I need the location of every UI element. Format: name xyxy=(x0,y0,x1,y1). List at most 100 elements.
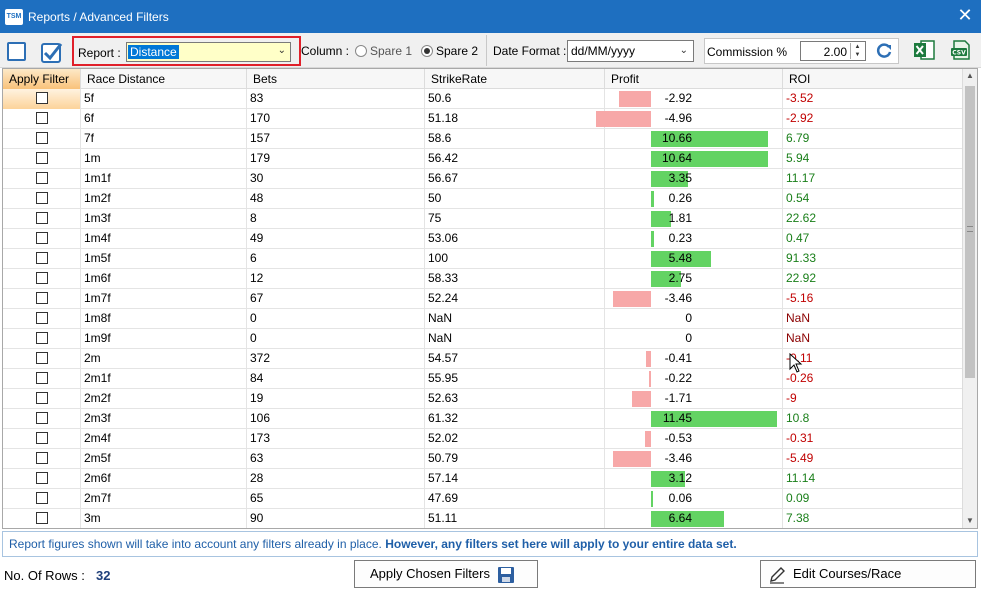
commission-spinner[interactable]: 2.00 ▲ ▼ xyxy=(800,41,866,61)
header-race-distance[interactable]: Race Distance xyxy=(81,69,247,89)
notice-bold-text: However, any filters set here will apply… xyxy=(385,537,737,551)
csv-icon[interactable]: CSV xyxy=(950,39,972,61)
uncheck-all-icon[interactable] xyxy=(7,42,26,61)
apply-filter-checkbox[interactable] xyxy=(36,132,48,144)
table-row[interactable]: 1m5f 6 100 5.48 91.33 xyxy=(3,249,963,269)
profit-value: 10.66 xyxy=(661,131,692,145)
table-row[interactable]: 1m3f 8 75 1.81 22.62 xyxy=(3,209,963,229)
commission-value: 2.00 xyxy=(823,45,847,59)
table-row[interactable]: 1m8f 0 NaN 0 NaN xyxy=(3,309,963,329)
table-row[interactable]: 1m 179 56.42 10.64 5.94 xyxy=(3,149,963,169)
bets-cell: 179 xyxy=(247,149,425,169)
report-select-value: Distance xyxy=(128,45,179,59)
table-row[interactable]: 1m7f 67 52.24 -3.46 -5.16 xyxy=(3,289,963,309)
apply-filter-checkbox[interactable] xyxy=(36,192,48,204)
profit-cell: 0 xyxy=(605,329,783,349)
apply-filter-checkbox[interactable] xyxy=(36,252,48,264)
spare1-label[interactable]: Spare 1 xyxy=(370,44,412,58)
date-format-select[interactable]: dd/MM/yyyy ⌄ xyxy=(567,40,694,62)
profit-value: 0 xyxy=(685,331,692,345)
spare2-radio[interactable] xyxy=(421,45,433,57)
apply-filter-checkbox[interactable] xyxy=(36,112,48,124)
spinner-arrows-icon[interactable]: ▲ ▼ xyxy=(850,43,864,59)
report-select[interactable]: Distance ⌄ xyxy=(126,42,291,62)
table-row[interactable]: 2m1f 84 55.95 -0.22 -0.26 xyxy=(3,369,963,389)
profit-cell: 2.75 xyxy=(605,269,783,289)
apply-filter-checkbox[interactable] xyxy=(36,452,48,464)
table-row[interactable]: 2m5f 63 50.79 -3.46 -5.49 xyxy=(3,449,963,469)
table-row[interactable]: 6f 170 51.18 -4.96 -2.92 xyxy=(3,109,963,129)
apply-filter-checkbox[interactable] xyxy=(36,372,48,384)
apply-filter-checkbox[interactable] xyxy=(36,212,48,224)
spare1-radio[interactable] xyxy=(355,45,367,57)
profit-cell: -3.46 xyxy=(605,449,783,469)
apply-filter-checkbox[interactable] xyxy=(36,512,48,524)
bets-cell: 49 xyxy=(247,229,425,249)
scroll-thumb[interactable] xyxy=(965,86,975,378)
strikerate-cell: 55.95 xyxy=(425,369,605,389)
close-icon[interactable]: ✕ xyxy=(957,6,973,24)
excel-icon[interactable] xyxy=(913,39,935,61)
apply-filter-checkbox[interactable] xyxy=(36,172,48,184)
race-distance-cell: 2m2f xyxy=(81,389,247,409)
table-row[interactable]: 2m2f 19 52.63 -1.71 -9 xyxy=(3,389,963,409)
apply-filter-checkbox[interactable] xyxy=(36,272,48,284)
table-row[interactable]: 1m9f 0 NaN 0 NaN xyxy=(3,329,963,349)
strikerate-cell: 50.6 xyxy=(425,89,605,109)
scroll-down-icon[interactable]: ▼ xyxy=(963,514,977,528)
header-strikerate[interactable]: StrikeRate xyxy=(425,69,605,89)
table-row[interactable]: 2m3f 106 61.32 11.45 10.8 xyxy=(3,409,963,429)
apply-filter-checkbox[interactable] xyxy=(36,412,48,424)
apply-filter-checkbox[interactable] xyxy=(36,472,48,484)
vertical-scrollbar[interactable]: ▲ ▼ xyxy=(962,69,977,528)
apply-filter-checkbox[interactable] xyxy=(36,492,48,504)
edit-courses-button[interactable]: Edit Courses/Race Type/Custom xyxy=(760,560,976,588)
profit-value: 1.81 xyxy=(668,211,692,225)
apply-filter-checkbox[interactable] xyxy=(36,312,48,324)
table-row[interactable]: 1m6f 12 58.33 2.75 22.92 xyxy=(3,269,963,289)
header-roi[interactable]: ROI xyxy=(783,69,963,89)
profit-value: -0.22 xyxy=(664,371,692,385)
table-row[interactable]: 5f 83 50.6 -2.92 -3.52 xyxy=(3,89,963,109)
header-profit[interactable]: Profit xyxy=(605,69,783,89)
roi-cell: 5.94 xyxy=(783,149,963,169)
apply-filter-checkbox[interactable] xyxy=(36,292,48,304)
table-row[interactable]: 3m 90 51.11 6.64 7.38 xyxy=(3,509,963,528)
edit-button-label: Edit Courses/Race Type/Custom xyxy=(793,566,902,581)
scroll-up-icon[interactable]: ▲ xyxy=(963,69,977,83)
spare2-label[interactable]: Spare 2 xyxy=(436,44,478,58)
roi-cell: -9 xyxy=(783,389,963,409)
table-row[interactable]: 1m2f 48 50 0.26 0.54 xyxy=(3,189,963,209)
roi-value: -9 xyxy=(786,391,797,405)
apply-filter-cell xyxy=(3,329,81,349)
roi-cell: -5.49 xyxy=(783,449,963,469)
profit-bar xyxy=(651,191,654,207)
apply-filter-checkbox[interactable] xyxy=(36,432,48,444)
apply-filter-checkbox[interactable] xyxy=(36,332,48,344)
apply-filter-checkbox[interactable] xyxy=(36,152,48,164)
apply-filter-checkbox[interactable] xyxy=(36,232,48,244)
table-row[interactable]: 2m6f 28 57.14 3.12 11.14 xyxy=(3,469,963,489)
apply-filter-checkbox[interactable] xyxy=(36,392,48,404)
apply-filter-checkbox[interactable] xyxy=(36,352,48,364)
race-distance-cell: 1m6f xyxy=(81,269,247,289)
table-row[interactable]: 7f 157 58.6 10.66 6.79 xyxy=(3,129,963,149)
table-row[interactable]: 1m4f 49 53.06 0.23 0.47 xyxy=(3,229,963,249)
header-apply-filter[interactable]: Apply Filter xyxy=(3,69,81,89)
roi-cell: 11.14 xyxy=(783,469,963,489)
table-row[interactable]: 2m4f 173 52.02 -0.53 -0.31 xyxy=(3,429,963,449)
table-row[interactable]: 2m7f 65 47.69 0.06 0.09 xyxy=(3,489,963,509)
check-all-icon[interactable] xyxy=(41,41,63,63)
profit-cell: 6.64 xyxy=(605,509,783,528)
apply-chosen-filters-button[interactable]: Apply Chosen Filters xyxy=(354,560,538,588)
race-distance-cell: 2m1f xyxy=(81,369,247,389)
bets-cell: 19 xyxy=(247,389,425,409)
table-row[interactable]: 2m 372 54.57 -0.41 -0.11 xyxy=(3,349,963,369)
header-bets[interactable]: Bets xyxy=(247,69,425,89)
profit-value: -2.92 xyxy=(664,91,692,105)
window-title: Reports / Advanced Filters xyxy=(28,9,169,24)
apply-filter-checkbox[interactable] xyxy=(36,92,48,104)
table-row[interactable]: 1m1f 30 56.67 3.35 11.17 xyxy=(3,169,963,189)
profit-cell: 10.66 xyxy=(605,129,783,149)
refresh-icon[interactable] xyxy=(875,42,893,60)
